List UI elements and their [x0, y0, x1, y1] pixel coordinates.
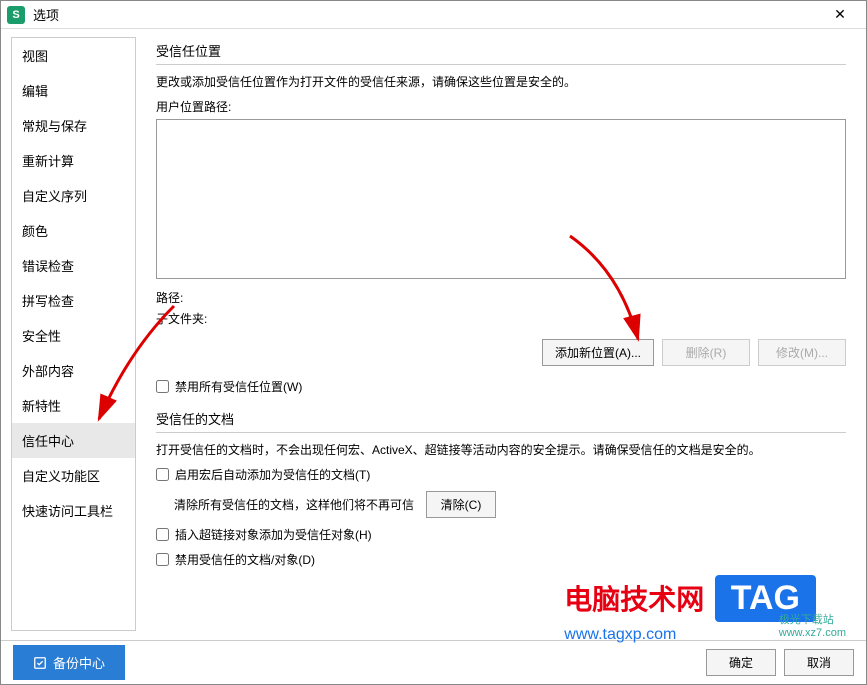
- sidebar-item-trust-center[interactable]: 信任中心: [12, 423, 135, 458]
- disable-docs-label: 禁用受信任的文档/对象(D): [175, 551, 315, 568]
- sidebar-item-general-save[interactable]: 常规与保存: [12, 108, 135, 143]
- footer: 备份中心 确定 取消: [1, 640, 866, 684]
- sidebar-item-error-check[interactable]: 错误检查: [12, 248, 135, 283]
- ok-button[interactable]: 确定: [706, 649, 776, 676]
- sidebar-item-new-feature[interactable]: 新特性: [12, 388, 135, 423]
- hyperlink-label: 插入超链接对象添加为受信任对象(H): [175, 526, 372, 543]
- sidebar-item-external[interactable]: 外部内容: [12, 353, 135, 388]
- add-location-button[interactable]: 添加新位置(A)...: [542, 339, 654, 366]
- cancel-button[interactable]: 取消: [784, 649, 854, 676]
- auto-add-checkbox[interactable]: [156, 468, 169, 481]
- backup-center-label: 备份中心: [53, 653, 105, 672]
- subfolder-label: 子文件夹:: [156, 310, 226, 327]
- clear-button[interactable]: 清除(C): [426, 491, 496, 518]
- trusted-button-row: 添加新位置(A)... 删除(R) 修改(M)...: [156, 339, 846, 366]
- trusted-docs-desc: 打开受信任的文档时，不会出现任何宏、ActiveX、超链接等活动内容的安全提示。…: [156, 441, 846, 458]
- sidebar-item-view[interactable]: 视图: [12, 38, 135, 73]
- sidebar-item-color[interactable]: 颜色: [12, 213, 135, 248]
- titlebar: S 选项 ✕: [1, 1, 866, 29]
- hyperlink-checkbox-row[interactable]: 插入超链接对象添加为受信任对象(H): [156, 526, 846, 543]
- trusted-docs-title: 受信任的文档: [156, 409, 846, 433]
- auto-add-checkbox-row[interactable]: 启用宏后自动添加为受信任的文档(T): [156, 466, 846, 483]
- sidebar: 视图 编辑 常规与保存 重新计算 自定义序列 颜色 错误检查 拼写检查 安全性 …: [11, 37, 136, 631]
- user-path-label: 用户位置路径:: [156, 98, 846, 115]
- path-row: 路径:: [156, 289, 846, 306]
- modify-button: 修改(M)...: [758, 339, 846, 366]
- disable-all-trusted-checkbox-row[interactable]: 禁用所有受信任位置(W): [156, 378, 846, 395]
- sidebar-item-quick-access[interactable]: 快速访问工具栏: [12, 493, 135, 528]
- subfolder-row: 子文件夹:: [156, 310, 846, 327]
- disable-all-trusted-checkbox[interactable]: [156, 380, 169, 393]
- hyperlink-checkbox[interactable]: [156, 528, 169, 541]
- clear-row: 清除所有受信任的文档，这样他们将不再可信 清除(C): [174, 491, 846, 518]
- disable-docs-checkbox-row[interactable]: 禁用受信任的文档/对象(D): [156, 551, 846, 568]
- clear-desc: 清除所有受信任的文档，这样他们将不再可信: [174, 496, 414, 513]
- auto-add-label: 启用宏后自动添加为受信任的文档(T): [175, 466, 370, 483]
- window-title: 选项: [33, 5, 820, 24]
- close-icon: ✕: [834, 6, 846, 23]
- sidebar-item-recalc[interactable]: 重新计算: [12, 143, 135, 178]
- trusted-location-title: 受信任位置: [156, 41, 846, 65]
- delete-button: 删除(R): [662, 339, 750, 366]
- sidebar-item-security[interactable]: 安全性: [12, 318, 135, 353]
- content-panel: 受信任位置 更改或添加受信任位置作为打开文件的受信任来源，请确保这些位置是安全的…: [136, 29, 866, 639]
- path-label: 路径:: [156, 289, 226, 306]
- sidebar-item-custom-ribbon[interactable]: 自定义功能区: [12, 458, 135, 493]
- disable-docs-checkbox[interactable]: [156, 553, 169, 566]
- trusted-location-desc: 更改或添加受信任位置作为打开文件的受信任来源，请确保这些位置是安全的。: [156, 73, 846, 90]
- backup-center-button[interactable]: 备份中心: [13, 645, 125, 680]
- sidebar-item-edit[interactable]: 编辑: [12, 73, 135, 108]
- main: 视图 编辑 常规与保存 重新计算 自定义序列 颜色 错误检查 拼写检查 安全性 …: [1, 29, 866, 639]
- sidebar-item-custom-seq[interactable]: 自定义序列: [12, 178, 135, 213]
- app-icon: S: [7, 6, 25, 24]
- sidebar-item-spell-check[interactable]: 拼写检查: [12, 283, 135, 318]
- backup-icon: [33, 656, 47, 670]
- trusted-locations-listbox[interactable]: [156, 119, 846, 279]
- close-button[interactable]: ✕: [820, 1, 860, 29]
- disable-all-trusted-label: 禁用所有受信任位置(W): [175, 378, 302, 395]
